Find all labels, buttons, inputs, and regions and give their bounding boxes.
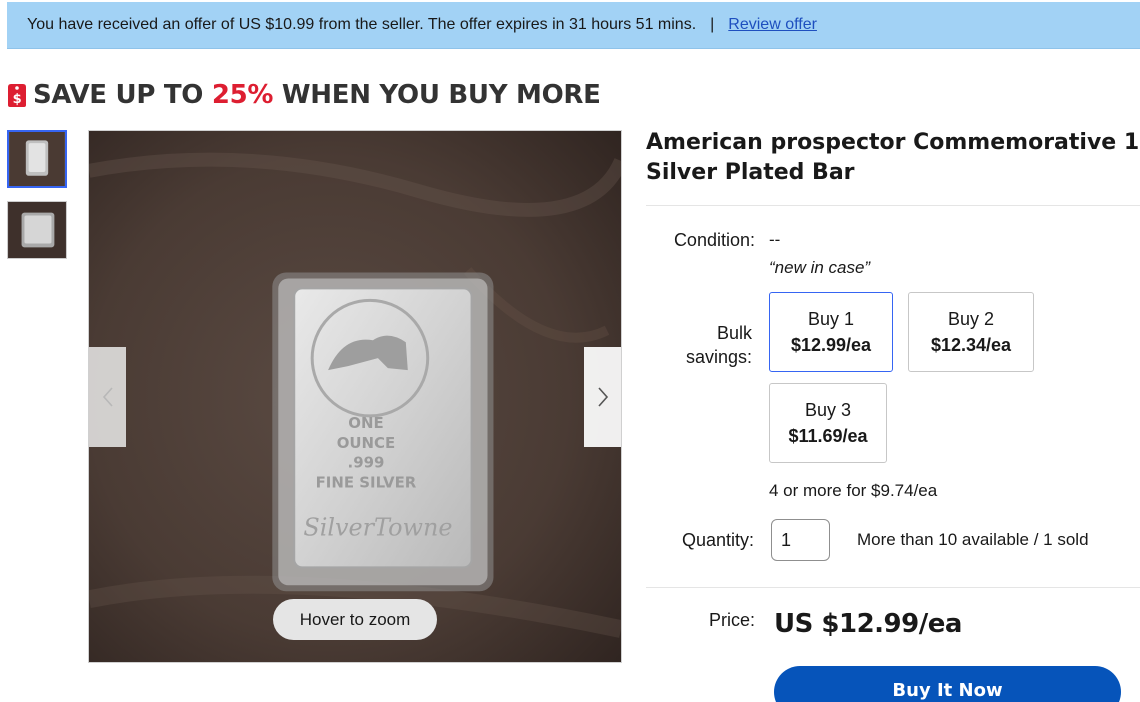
condition-note: “new in case” [769,258,871,277]
price-value: US $12.99/ea [774,609,962,639]
bulk-option-buy-2[interactable]: Buy 2 $12.34/ea [908,292,1034,372]
bulk-promo-headline: $ SAVE UP TO 25% WHEN YOU BUY MORE [7,78,601,112]
bulk-option-qty: Buy 1 [807,309,855,329]
promo-suffix: WHEN YOU BUY MORE [273,80,601,110]
quantity-input[interactable] [771,519,830,561]
offer-separator: | [710,16,715,33]
bar-text-line-3: .999 [348,454,385,472]
price-tag-icon: $ [8,84,26,107]
item-title-line-2: Silver Plated Bar [646,160,855,185]
bulk-option-buy-3[interactable]: Buy 3 $11.69/ea [769,383,887,463]
item-title-line-1: American prospector Commemorative 1oz [646,130,1140,155]
buy-it-now-button[interactable]: Buy It Now [774,666,1121,702]
offer-banner: You have received an offer of US $10.99 … [7,2,1140,49]
quantity-label: Quantity: [681,530,754,550]
availability-status: More than 10 available / 1 sold [857,530,1089,549]
bulk-more-pricing: 4 or more for $9.74/ea [769,481,938,500]
item-title: American prospector Commemorative 1oz Si… [646,128,1140,188]
bulk-savings-label-line-2: savings: [685,347,752,367]
bulk-option-buy-1[interactable]: Buy 1 $12.99/ea [769,292,893,372]
promo-percent: 25% [211,80,274,110]
bar-text-line-1: ONE [348,414,383,432]
condition-value: -- [769,230,781,249]
bulk-option-qty: Buy 3 [804,400,852,420]
offer-message: You have received an offer of US $10.99 … [27,16,697,33]
hover-to-zoom-label: Hover to zoom [273,599,437,640]
silver-bar-photo-thumbnail [9,132,65,186]
gallery-thumbnail-1[interactable] [7,130,67,188]
bar-text-line-2: OUNCE [337,434,396,452]
bulk-option-price: $12.34/ea [930,335,1012,355]
bulk-option-price: $12.99/ea [790,335,872,355]
svg-text:$: $ [13,92,22,107]
review-offer-link[interactable]: Review offer [728,16,817,34]
chevron-left-icon [102,387,113,407]
bar-text-line-4: FINE SILVER [316,474,417,492]
bulk-savings-label: Bulk savings: [646,321,752,369]
title-divider [646,205,1140,206]
bulk-option-price: $11.69/ea [788,426,868,446]
bulk-option-qty: Buy 2 [947,309,995,329]
silver-bar-photo-thumbnail [8,202,66,258]
silver-bar-photo: ONE OUNCE .999 FINE SILVER SilverTowne [89,131,621,662]
promo-prefix: SAVE UP TO [33,80,212,110]
condition-label: Condition: [673,230,755,250]
bar-script-text: SilverTowne [303,513,452,541]
chevron-right-icon [597,387,608,407]
next-image-button[interactable] [584,347,621,447]
main-product-image[interactable]: ONE OUNCE .999 FINE SILVER SilverTowne H… [88,130,622,663]
gallery-thumbnail-2[interactable] [7,201,67,259]
bulk-savings-label-line-1: Bulk [716,323,752,343]
price-divider [646,587,1140,588]
price-label: Price: [708,610,755,630]
previous-image-button[interactable] [89,347,126,447]
